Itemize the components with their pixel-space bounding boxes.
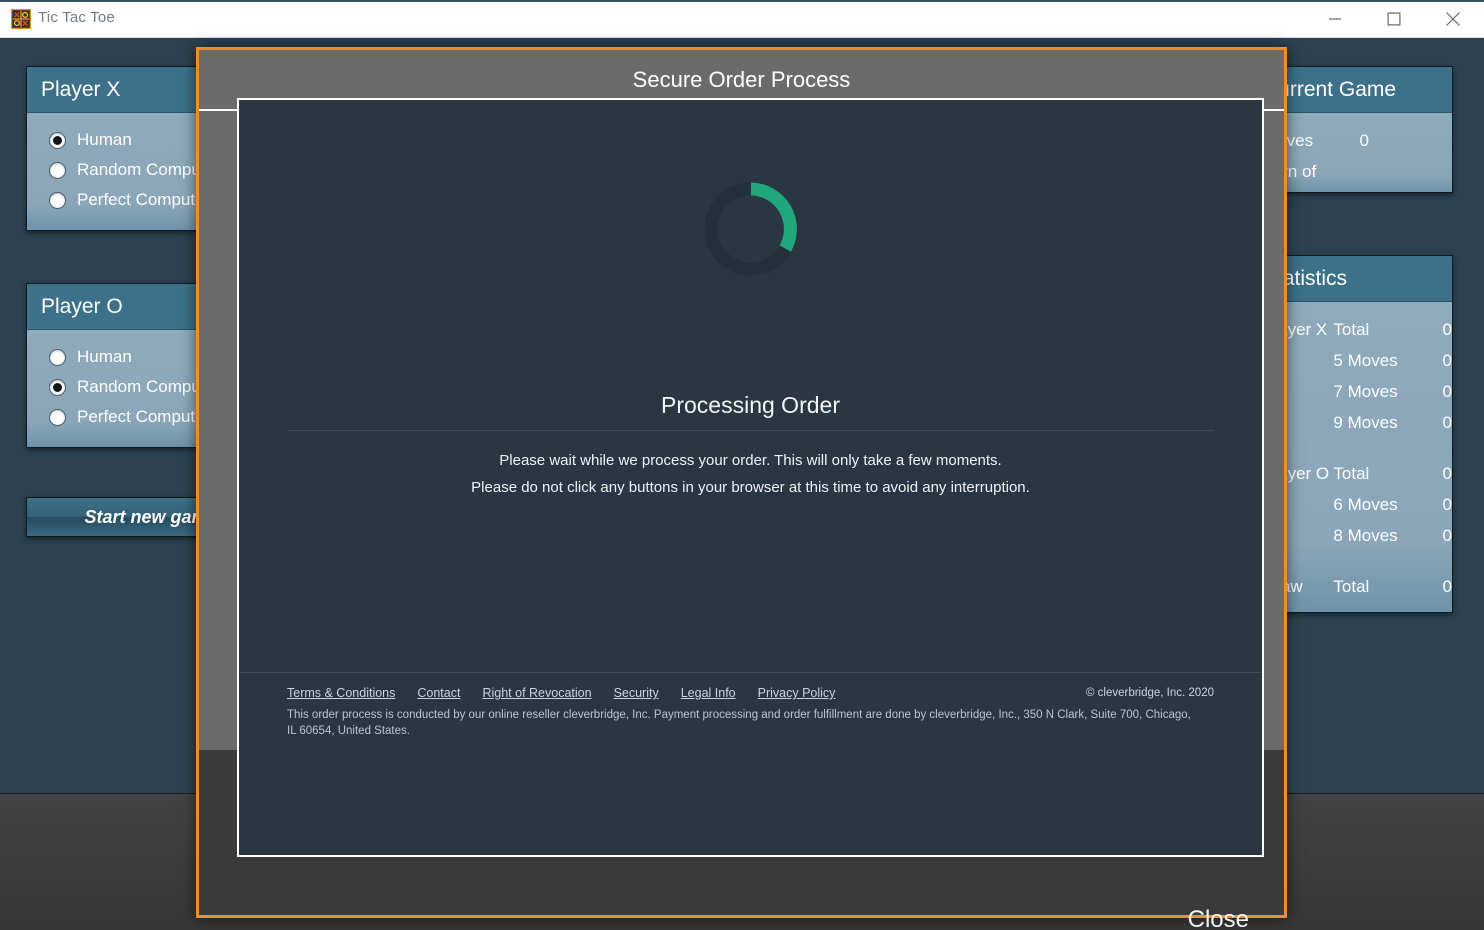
row-value: 0: [1442, 319, 1452, 339]
option-label: Human: [77, 347, 132, 366]
processing-line-2: Please do not click any buttons in your …: [471, 479, 1030, 496]
window-title: Tic Tac Toe: [38, 9, 115, 26]
row-value: 0: [1359, 130, 1369, 150]
radio-icon[interactable]: [49, 408, 66, 426]
footer-link-contact[interactable]: Contact: [417, 686, 460, 700]
row-value: 0: [1442, 494, 1452, 514]
tic-tac-toe-icon: [10, 8, 32, 30]
option-label: Perfect Computer: [77, 407, 211, 426]
row-value: 0: [1442, 412, 1452, 432]
player-x-title: Player X: [41, 77, 121, 101]
close-icon: [1446, 11, 1460, 26]
radio-icon[interactable]: [49, 131, 66, 149]
processing-line-1: Please wait while we process your order.…: [499, 452, 1002, 469]
row-metric: 7 Moves: [1333, 381, 1398, 401]
checkout-frame: Processing Order Please wait while we pr…: [237, 98, 1264, 857]
footer-links: Terms & Conditions Contact Right of Revo…: [287, 686, 857, 700]
minimize-icon: [1329, 17, 1341, 20]
footer-link-security[interactable]: Security: [614, 686, 659, 700]
footer-disclaimer: This order process is conducted by our o…: [287, 709, 1191, 737]
footer-link-terms-conditions[interactable]: Terms & Conditions: [287, 686, 395, 700]
row-value: 0: [1442, 350, 1452, 370]
row-metric: 6 Moves: [1333, 494, 1398, 514]
loading-spinner-icon: [699, 177, 803, 281]
radio-icon[interactable]: [49, 191, 66, 209]
row-metric: Total: [1333, 463, 1370, 483]
row-value: 0: [1442, 381, 1452, 401]
footer-link-right-of-revocation[interactable]: Right of Revocation: [482, 686, 591, 700]
radio-icon[interactable]: [49, 161, 66, 179]
title-bar-accent: [0, 0, 1484, 2]
processing-heading: Processing Order: [661, 392, 840, 418]
row-metric: Total: [1333, 319, 1370, 339]
row-metric: 5 Moves: [1333, 350, 1398, 370]
row-metric: Total: [1333, 576, 1370, 596]
footer-link-legal-info[interactable]: Legal Info: [681, 686, 736, 700]
close-dialog-button[interactable]: Close: [1129, 906, 1249, 930]
option-label: Human: [77, 130, 132, 149]
close-window-button[interactable]: [1430, 0, 1476, 37]
secure-order-process-dialog: Secure Order Process Processing Order Pl…: [196, 47, 1287, 930]
maximize-button[interactable]: [1371, 0, 1417, 37]
footer-link-privacy-policy[interactable]: Privacy Policy: [758, 686, 836, 700]
option-label: Perfect Computer: [77, 190, 211, 209]
footer-copyright: © cleverbridge, Inc. 2020: [1085, 687, 1214, 699]
title-bar: Tic Tac Toe: [0, 0, 1484, 38]
app-window: Tic Tac Toe Player X Human Random Comput…: [0, 0, 1484, 930]
row-value: 0: [1442, 463, 1452, 483]
minimize-button[interactable]: [1312, 0, 1358, 37]
row-metric: 9 Moves: [1333, 412, 1398, 432]
processing-divider: [287, 430, 1214, 431]
row-metric: 8 Moves: [1333, 525, 1398, 545]
radio-icon[interactable]: [49, 378, 66, 396]
dialog-title: Secure Order Process: [632, 67, 851, 92]
checkout-footer: Terms & Conditions Contact Right of Revo…: [239, 672, 1262, 758]
maximize-icon: [1387, 12, 1401, 25]
player-o-title: Player O: [41, 294, 123, 318]
row-value: 0: [1442, 525, 1452, 545]
radio-icon[interactable]: [49, 348, 66, 366]
checkout-frame-content: Processing Order Please wait while we pr…: [239, 100, 1262, 758]
row-value: 0: [1442, 576, 1452, 596]
